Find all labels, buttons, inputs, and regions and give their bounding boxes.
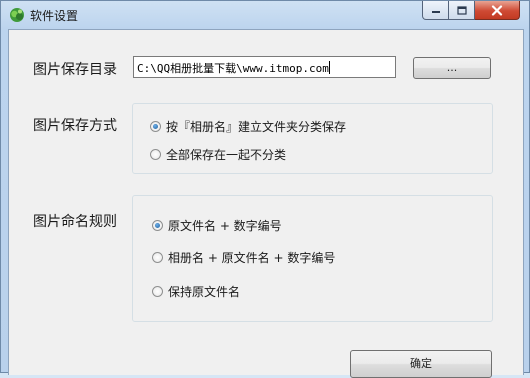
radio-checked-icon bbox=[150, 121, 161, 132]
save-mode-group bbox=[132, 103, 493, 174]
save-dir-label: 图片保存目录 bbox=[33, 62, 117, 78]
save-mode-option-album-folder[interactable]: 按『相册名』建立文件夹分类保存 bbox=[150, 118, 346, 135]
close-button[interactable] bbox=[475, 1, 520, 20]
radio-label: 保持原文件名 bbox=[168, 285, 241, 299]
radio-label: 原文件名 + 数字编号 bbox=[168, 219, 282, 233]
naming-rule-label: 图片命名规则 bbox=[33, 214, 117, 230]
save-mode-label: 图片保存方式 bbox=[33, 118, 117, 134]
minimize-icon bbox=[431, 11, 440, 13]
app-logo-icon bbox=[10, 8, 24, 22]
browse-button[interactable]: ... bbox=[413, 57, 491, 79]
radio-label: 全部保存在一起不分类 bbox=[166, 148, 287, 162]
radio-unchecked-icon bbox=[152, 286, 163, 297]
minimize-button[interactable] bbox=[422, 1, 449, 20]
ok-button[interactable]: 确定 bbox=[350, 350, 492, 378]
save-dir-input[interactable]: C:\QQ相册批量下载\www.itmop.com bbox=[133, 56, 396, 78]
close-icon bbox=[491, 4, 503, 16]
radio-label: 按『相册名』建立文件夹分类保存 bbox=[166, 120, 347, 134]
radio-unchecked-icon bbox=[150, 149, 161, 160]
radio-checked-icon bbox=[152, 220, 163, 231]
text-caret bbox=[328, 61, 330, 74]
title-bar[interactable]: 软件设置 bbox=[1, 1, 529, 29]
naming-option-original-number[interactable]: 原文件名 + 数字编号 bbox=[152, 217, 282, 234]
naming-option-album-original-number[interactable]: 相册名 + 原文件名 + 数字编号 bbox=[152, 249, 335, 266]
settings-window: 软件设置 图片保存目录 C:\QQ相册批量下载\www.itmop.com ..… bbox=[0, 0, 530, 378]
dialog-body: 图片保存目录 C:\QQ相册批量下载\www.itmop.com ... 图片保… bbox=[8, 29, 524, 378]
save-dir-value: C:\QQ相册批量下载\www.itmop.com bbox=[137, 62, 329, 75]
radio-label: 相册名 + 原文件名 + 数字编号 bbox=[168, 251, 336, 265]
maximize-button[interactable] bbox=[449, 1, 475, 20]
naming-option-keep-original[interactable]: 保持原文件名 bbox=[152, 283, 240, 300]
maximize-icon bbox=[456, 5, 467, 15]
radio-unchecked-icon bbox=[152, 252, 163, 263]
window-title: 软件设置 bbox=[30, 9, 79, 23]
save-mode-option-all-together[interactable]: 全部保存在一起不分类 bbox=[150, 146, 286, 163]
